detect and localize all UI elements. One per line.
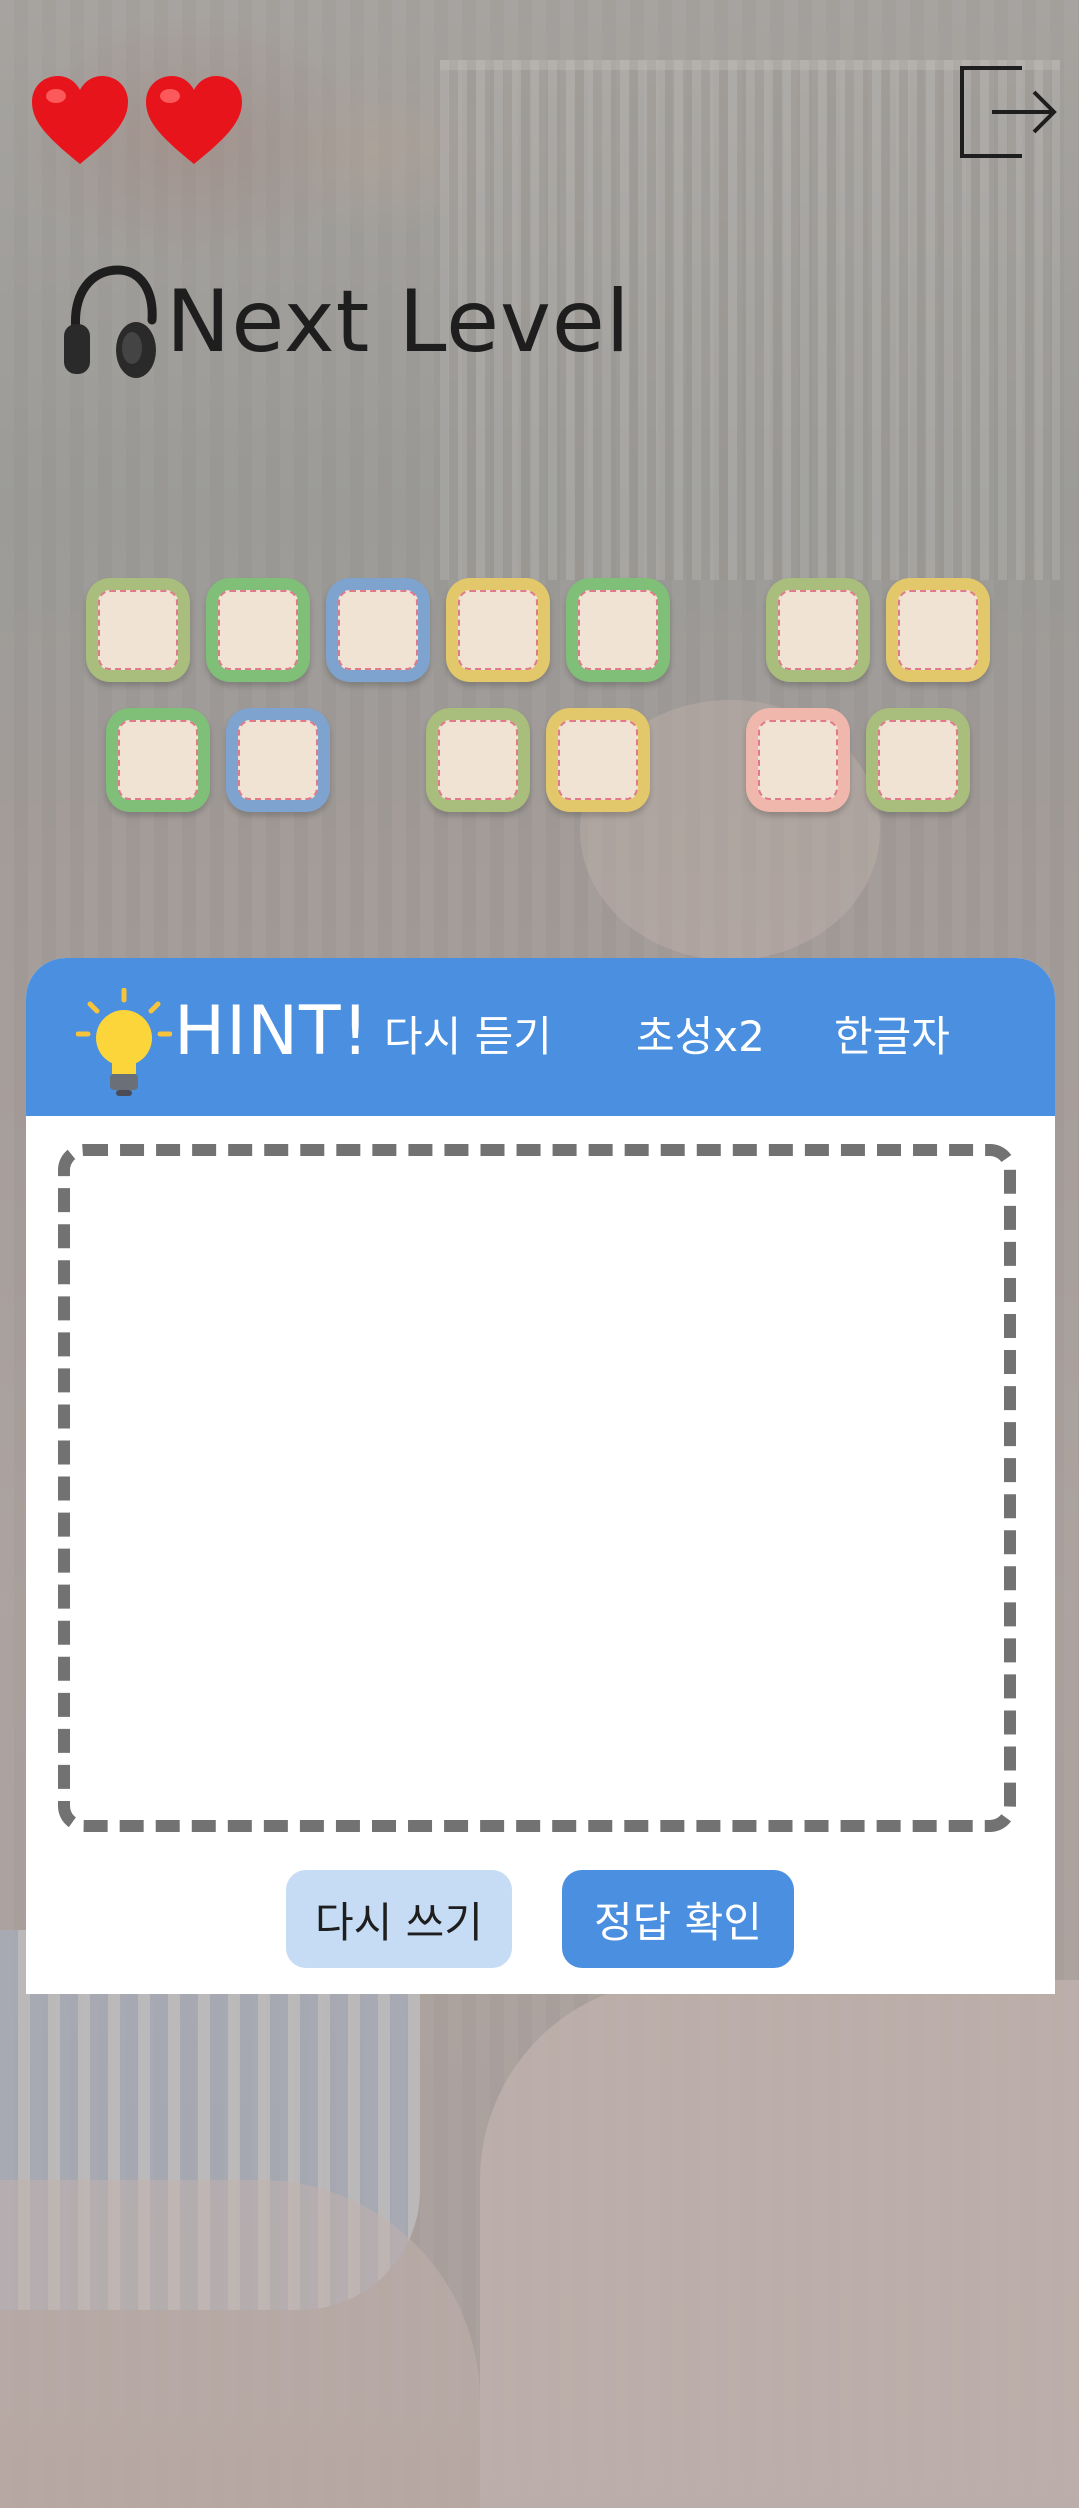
submit-answer-button[interactable]: 정답 확인	[562, 1870, 794, 1968]
answer-tile[interactable]	[426, 708, 530, 812]
heart-icon	[146, 76, 242, 164]
lightbulb-icon	[76, 988, 172, 1096]
answer-tile-slot	[218, 590, 298, 670]
answer-tile-slot	[338, 590, 418, 670]
answer-tile[interactable]	[566, 578, 670, 682]
hint-initials-button[interactable]: 초성x2	[636, 1016, 765, 1058]
answer-tile[interactable]	[326, 578, 430, 682]
answer-tile-slot	[118, 720, 198, 800]
lives-indicator	[28, 72, 246, 168]
hint-bar: HINT! 다시 듣기 초성x2 한글자	[26, 958, 1055, 1116]
answer-tile-slot	[238, 720, 318, 800]
answer-tile[interactable]	[746, 708, 850, 812]
answer-tile[interactable]	[546, 708, 650, 812]
answer-tile[interactable]	[446, 578, 550, 682]
answer-tile[interactable]	[86, 578, 190, 682]
answer-tile[interactable]	[886, 578, 990, 682]
hint-replay-button[interactable]: 다시 듣기	[384, 1016, 552, 1058]
answer-tile-slot	[458, 590, 538, 670]
drawing-canvas[interactable]	[58, 1144, 1016, 1832]
answer-tile-slot	[778, 590, 858, 670]
answer-tile-slot	[578, 590, 658, 670]
heart-icon	[32, 76, 128, 164]
rewrite-button[interactable]: 다시 쓰기	[286, 1870, 512, 1968]
answer-tile[interactable]	[866, 708, 970, 812]
answer-tile-slot	[878, 720, 958, 800]
hint-one-letter-button[interactable]: 한글자	[834, 1016, 950, 1058]
hint-label: HINT!	[174, 992, 370, 1071]
answer-tile[interactable]	[206, 578, 310, 682]
page-title: Next Level	[166, 272, 631, 372]
answer-tile-slot	[438, 720, 518, 800]
answer-tile-slot	[898, 590, 978, 670]
drawing-panel: HINT! 다시 듣기 초성x2 한글자 다시 쓰기 정답 확인	[26, 958, 1055, 1994]
answer-tile[interactable]	[226, 708, 330, 812]
answer-tile-slot	[758, 720, 838, 800]
answer-tile-slot	[98, 590, 178, 670]
answer-tile[interactable]	[766, 578, 870, 682]
answer-tile-slot	[558, 720, 638, 800]
answer-tile[interactable]	[106, 708, 210, 812]
song-title-row: Next Level	[62, 262, 631, 382]
exit-icon[interactable]	[958, 64, 1058, 160]
headphones-icon	[64, 265, 157, 378]
